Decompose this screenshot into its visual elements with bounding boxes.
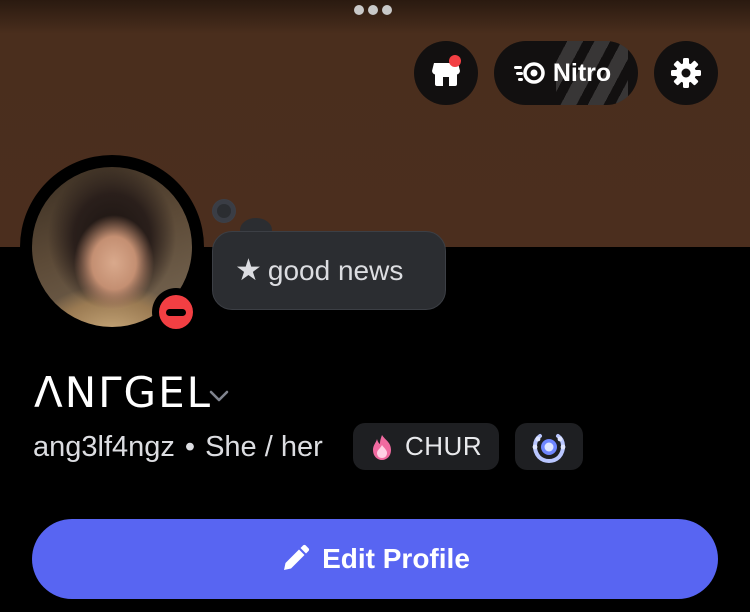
dot bbox=[368, 5, 378, 15]
custom-status-text: good news bbox=[267, 254, 404, 286]
do-not-disturb-icon bbox=[159, 295, 193, 329]
nitro-button[interactable]: Nitro bbox=[494, 41, 638, 105]
guild-tag-text: CHUR bbox=[405, 431, 483, 461]
settings-button[interactable] bbox=[654, 41, 718, 105]
gear-icon bbox=[671, 58, 701, 88]
user-info-row: ang3lf4ngz • She / her bbox=[33, 421, 323, 473]
laurel-badge-icon bbox=[532, 433, 566, 463]
guild-tag[interactable]: CHUR bbox=[353, 423, 499, 470]
chevron-down-icon[interactable] bbox=[206, 383, 232, 409]
star-icon: ★ bbox=[235, 252, 262, 288]
nitro-icon bbox=[513, 62, 545, 84]
username[interactable]: ang3lf4ngz bbox=[33, 431, 175, 464]
profile-badge[interactable] bbox=[515, 423, 583, 470]
dnd-bar bbox=[166, 308, 186, 316]
pencil-icon bbox=[284, 544, 310, 570]
pronouns: She / her bbox=[205, 430, 323, 463]
edit-profile-button[interactable]: Edit Profile bbox=[32, 519, 718, 599]
dot bbox=[382, 5, 392, 15]
thought-bubble-dot bbox=[212, 199, 236, 223]
nitro-label: Nitro bbox=[552, 58, 612, 87]
custom-status-bubble[interactable]: ★ good news bbox=[212, 231, 446, 310]
status-indicator[interactable] bbox=[152, 288, 200, 336]
display-name[interactable]: ᐱΝΓGΕL bbox=[34, 369, 212, 417]
pink-flame-icon bbox=[373, 434, 391, 460]
separator: • bbox=[184, 430, 196, 463]
notification-dot bbox=[449, 55, 461, 67]
more-dots-icon[interactable] bbox=[354, 5, 392, 15]
shop-button[interactable] bbox=[414, 41, 478, 105]
edit-profile-label: Edit Profile bbox=[322, 543, 470, 574]
dot bbox=[354, 5, 364, 15]
